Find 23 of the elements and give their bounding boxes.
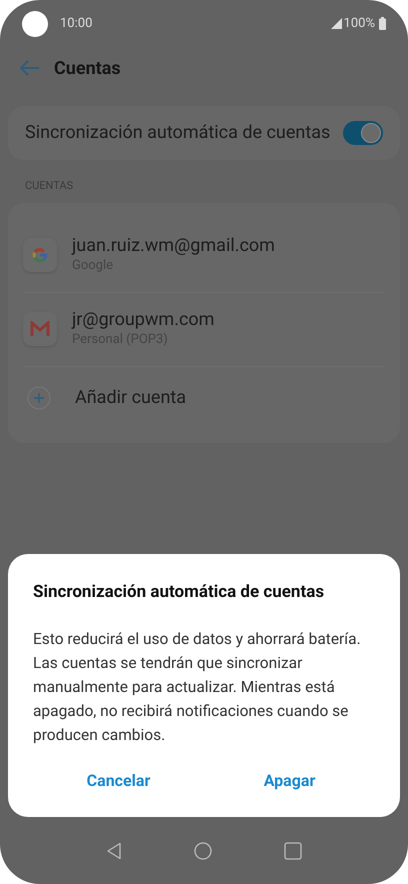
sync-setting-card[interactable]: Sincronización automática de cuentas [8, 106, 400, 160]
nav-back-icon[interactable] [106, 842, 122, 860]
dialog-title: Sincronización automática de cuentas [33, 580, 326, 604]
battery-percent: 100% [344, 14, 375, 33]
add-account-label: Añadir cuenta [75, 386, 186, 410]
dialog-button[interactable]: Apagar [204, 763, 375, 799]
page-title: Cuentas [54, 56, 121, 80]
camera-cutout [22, 10, 48, 36]
account-email: jr@groupwm.com [72, 309, 214, 331]
battery-icon [379, 17, 386, 30]
google-g-icon [23, 238, 57, 272]
mail-m-icon [23, 312, 57, 346]
dialog-button[interactable]: Cancelar [33, 763, 204, 799]
sync-toggle[interactable] [343, 121, 383, 145]
dialog-message: Esto reducirá el uso de datos y ahorrará batería. Las cuentas se tendrán que sincronizar manualmente para actualizar. Mientras está apagado, no recibirá notificaciones cuando se producen cambios. [33, 629, 362, 746]
plus-circle-icon [27, 386, 51, 410]
nav-home-icon[interactable] [194, 842, 212, 860]
nav-recents-icon[interactable] [284, 842, 302, 860]
add-account-row[interactable]: Añadir cuenta [23, 366, 385, 428]
account-email: juan.ruiz.wm@gmail.com [72, 235, 275, 257]
status-time: 10:00 [60, 14, 92, 33]
signal-icon [330, 18, 342, 29]
sync-setting-label: Sincronización automática de cuentas [25, 121, 332, 145]
